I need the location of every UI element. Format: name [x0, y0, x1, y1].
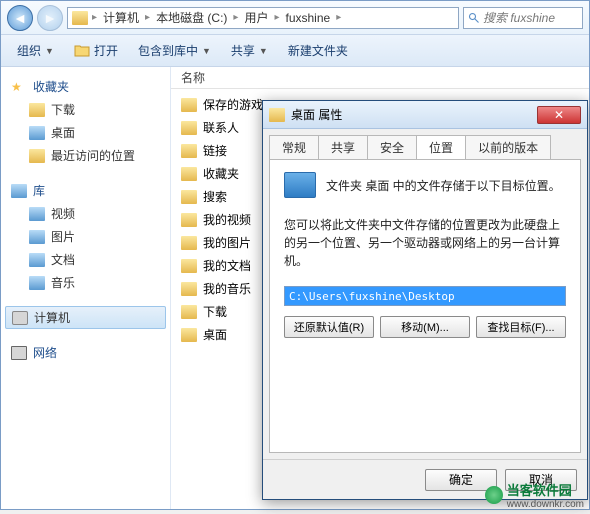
panel-line1: 文件夹 桌面 中的文件存储于以下目标位置。: [326, 177, 561, 194]
nav-toolbar: ◄ ► ▸ 计算机 ▸ 本地磁盘 (C:) ▸ 用户 ▸ fuxshine ▸ …: [1, 1, 589, 35]
folder-icon: [181, 236, 197, 250]
search-icon: [468, 12, 480, 24]
favorites-header[interactable]: ★收藏夹: [5, 75, 166, 98]
folder-icon: [181, 144, 197, 158]
open-button[interactable]: 打开: [66, 38, 126, 63]
chevron-right-icon: ▸: [233, 12, 238, 23]
sidebar-item-computer[interactable]: 计算机: [5, 306, 166, 329]
crumb-user[interactable]: fuxshine: [283, 11, 332, 25]
library-icon: [11, 184, 27, 198]
dialog-body: 常规 共享 安全 位置 以前的版本 文件夹 桌面 中的文件存储于以下目标位置。 …: [263, 129, 587, 459]
sidebar-item-recent[interactable]: 最近访问的位置: [5, 144, 166, 167]
chevron-down-icon: ▼: [45, 46, 54, 56]
ok-button[interactable]: 确定: [425, 469, 497, 491]
crumb-computer[interactable]: 计算机: [101, 9, 141, 26]
folder-icon: [181, 328, 197, 342]
chevron-down-icon: ▼: [202, 46, 211, 56]
document-icon: [29, 253, 45, 267]
crumb-drive[interactable]: 本地磁盘 (C:): [154, 9, 229, 26]
picture-icon: [29, 230, 45, 244]
tab-previous[interactable]: 以前的版本: [465, 135, 551, 159]
sidebar-item-music[interactable]: 音乐: [5, 271, 166, 294]
sidebar-item-network[interactable]: 网络: [5, 341, 166, 364]
open-icon: [74, 43, 90, 59]
tab-panel-location: 文件夹 桌面 中的文件存储于以下目标位置。 您可以将此文件夹中文件存储的位置更改…: [269, 159, 581, 453]
share-menu[interactable]: 共享▼: [223, 38, 276, 63]
dialog-footer: 确定 取消: [263, 459, 587, 499]
network-group: 网络: [5, 341, 166, 364]
tab-general[interactable]: 常规: [269, 135, 319, 159]
computer-icon: [12, 311, 28, 325]
panel-description: 您可以将此文件夹中文件存储的位置更改为此硬盘上的另一个位置、另一个驱动器或网络上…: [284, 216, 566, 270]
tab-location[interactable]: 位置: [416, 135, 466, 159]
folder-icon: [181, 167, 197, 181]
folder-icon: [181, 190, 197, 204]
sidebar-item-downloads[interactable]: 下载: [5, 98, 166, 121]
folder-icon: [181, 98, 197, 112]
chevron-right-icon: ▸: [336, 12, 341, 23]
sidebar-item-videos[interactable]: 视频: [5, 202, 166, 225]
find-target-button[interactable]: 查找目标(F)...: [476, 316, 566, 338]
crumb-users[interactable]: 用户: [242, 9, 270, 26]
chevron-right-icon: ▸: [145, 12, 150, 23]
properties-dialog: 桌面 属性 ✕ 常规 共享 安全 位置 以前的版本 文件夹 桌面 中的文件存储于…: [262, 100, 588, 500]
video-icon: [29, 207, 45, 221]
folder-icon: [181, 259, 197, 273]
folder-icon: [181, 282, 197, 296]
close-button[interactable]: ✕: [537, 106, 581, 124]
move-button[interactable]: 移动(M)...: [380, 316, 470, 338]
folder-icon: [29, 149, 45, 163]
back-button[interactable]: ◄: [7, 5, 33, 31]
dialog-title: 桌面 属性: [291, 106, 342, 123]
forward-button[interactable]: ►: [37, 5, 63, 31]
folder-icon: [29, 103, 45, 117]
star-icon: ★: [11, 80, 27, 94]
path-input[interactable]: [284, 286, 566, 306]
chevron-right-icon: ▸: [92, 12, 97, 23]
address-bar[interactable]: ▸ 计算机 ▸ 本地磁盘 (C:) ▸ 用户 ▸ fuxshine ▸: [67, 7, 459, 29]
monitor-icon: [284, 172, 316, 198]
folder-icon: [72, 11, 88, 25]
cancel-button[interactable]: 取消: [505, 469, 577, 491]
chevron-down-icon: ▼: [259, 46, 268, 56]
dialog-titlebar[interactable]: 桌面 属性 ✕: [263, 101, 587, 129]
tab-security[interactable]: 安全: [367, 135, 417, 159]
folder-icon: [181, 121, 197, 135]
libraries-header[interactable]: 库: [5, 179, 166, 202]
search-input[interactable]: 搜索 fuxshine: [463, 7, 583, 29]
restore-default-button[interactable]: 还原默认值(R): [284, 316, 374, 338]
column-header-name[interactable]: 名称: [171, 67, 589, 89]
chevron-right-icon: ▸: [274, 12, 279, 23]
sidebar-item-desktop[interactable]: 桌面: [5, 121, 166, 144]
command-toolbar: 组织▼ 打开 包含到库中▼ 共享▼ 新建文件夹: [1, 35, 589, 67]
new-folder-button[interactable]: 新建文件夹: [280, 38, 356, 63]
sidebar-item-documents[interactable]: 文档: [5, 248, 166, 271]
search-placeholder: 搜索 fuxshine: [483, 9, 555, 26]
tabs: 常规 共享 安全 位置 以前的版本: [269, 135, 581, 159]
computer-group: 计算机: [5, 306, 166, 329]
libraries-group: 库 视频 图片 文档 音乐: [5, 179, 166, 294]
favorites-group: ★收藏夹 下载 桌面 最近访问的位置: [5, 75, 166, 167]
tab-sharing[interactable]: 共享: [318, 135, 368, 159]
desktop-icon: [29, 126, 45, 140]
organize-menu[interactable]: 组织▼: [9, 38, 62, 63]
sidebar-item-pictures[interactable]: 图片: [5, 225, 166, 248]
nav-pane: ★收藏夹 下载 桌面 最近访问的位置 库 视频 图片 文档 音乐 计算机 网络: [1, 67, 171, 509]
music-icon: [29, 276, 45, 290]
network-icon: [11, 346, 27, 360]
folder-icon: [181, 305, 197, 319]
folder-icon: [269, 108, 285, 122]
folder-icon: [181, 213, 197, 227]
include-library-menu[interactable]: 包含到库中▼: [130, 38, 219, 63]
